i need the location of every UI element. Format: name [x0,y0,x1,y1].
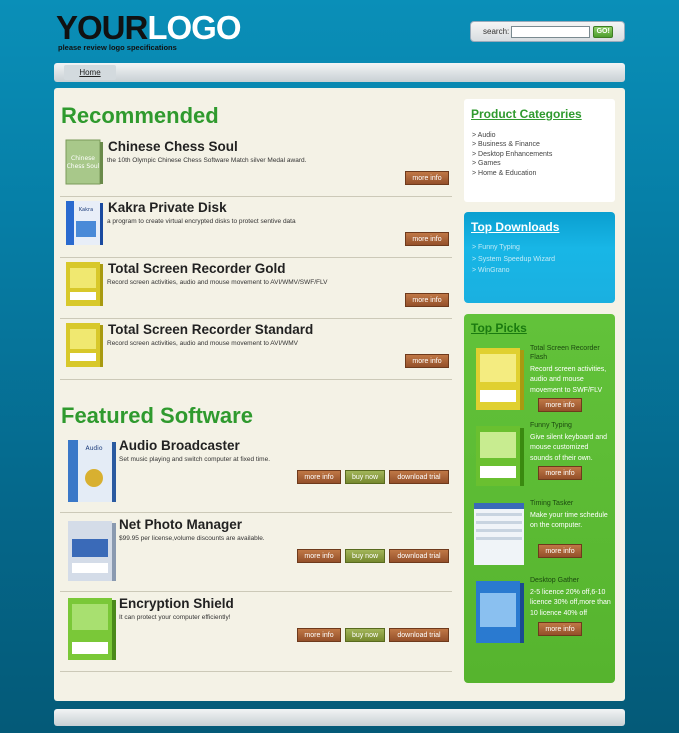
product-categories-title[interactable]: Product Categories [471,107,582,121]
audio-broadcaster-box-image[interactable]: Audio [64,438,118,506]
pick-title[interactable]: Funny Typing [530,422,572,429]
download-trial-button[interactable]: download trial [389,470,449,484]
pick-funny-typing-image[interactable] [472,424,526,490]
nav-bar: Home [54,63,625,82]
more-info-button[interactable]: more info [538,398,582,412]
screen-recorder-standard-box-image[interactable] [64,321,104,369]
search-go-button[interactable]: GO! [593,25,614,38]
footer-bar [54,709,625,726]
download-item[interactable]: > WinGrano [472,265,555,277]
category-item[interactable]: > Audio [472,131,552,140]
pick-desc: Record screen activities, audio and mous… [530,366,607,394]
item-title[interactable]: Audio Broadcaster [119,438,240,453]
buy-now-button[interactable]: buy now [345,470,385,484]
kakra-box-image[interactable]: Kakra [64,199,104,247]
pick-desc: Make your time schedule on the computer. [530,512,608,530]
item-title[interactable]: Net Photo Manager [119,517,242,532]
item-title[interactable]: Kakra Private Disk [108,200,227,215]
item-desc: Record screen activities, audio and mous… [107,340,298,347]
item-desc: Set music playing and switch computer at… [119,456,271,463]
net-photo-manager-box-image[interactable] [64,517,118,585]
more-info-button[interactable]: more info [405,232,449,246]
chinese-chess-box-image[interactable]: Chinese Chess Soul [64,138,104,186]
nav-home-link[interactable]: Home [64,65,116,80]
category-list: > Audio > Business & Finance > Desktop E… [472,131,552,178]
recommended-item: Total Screen Recorder Standard Record sc… [60,321,452,380]
item-title[interactable]: Chinese Chess Soul [108,139,238,154]
recommended-item: Kakra Kakra Private Disk a program to cr… [60,199,452,258]
download-trial-button[interactable]: download trial [389,549,449,563]
featured-item: Net Photo Manager $99.95 per license,vol… [60,515,452,592]
logo[interactable]: YOURLOGO please review logo specificatio… [56,11,242,52]
search-box: search: GO! [470,21,625,42]
download-item[interactable]: > Funny Typing [472,242,555,254]
buy-now-button[interactable]: buy now [345,549,385,563]
encryption-shield-box-image[interactable] [64,596,118,664]
more-info-button[interactable]: more info [297,628,341,642]
logo-your: YOUR [56,9,148,46]
top-picks-title[interactable]: Top Picks [471,321,527,335]
item-title[interactable]: Encryption Shield [119,596,234,611]
pick-timing-tasker-image[interactable] [472,501,526,567]
more-info-button[interactable]: more info [405,293,449,307]
category-item[interactable]: > Business & Finance [472,140,552,149]
item-title[interactable]: Total Screen Recorder Standard [108,322,313,337]
logo-logo: LOGO [147,9,241,46]
featured-item: Audio Audio Broadcaster Set music playin… [60,436,452,513]
svg-text:Kakra: Kakra [79,207,93,213]
more-info-button[interactable]: more info [297,470,341,484]
pick-title[interactable]: Timing Tasker [530,500,573,507]
category-item[interactable]: > Desktop Enhancements [472,150,552,159]
more-info-button[interactable]: more info [405,354,449,368]
svg-text:Chinese: Chinese [71,155,95,162]
more-info-button[interactable]: more info [297,549,341,563]
more-info-button[interactable]: more info [538,466,582,480]
pick-desc: 2-5 licence 20% off,6-10 licence 30% off… [530,589,611,617]
svg-text:Audio: Audio [85,445,102,452]
recommended-item: Chinese Chess Soul Chinese Chess Soul th… [60,138,452,197]
product-categories-box: Product Categories > Audio > Business & … [464,99,615,202]
item-desc: a program to create virtual encrypted di… [107,218,296,225]
pick-title[interactable]: Desktop Gather [530,577,579,584]
featured-item: Encryption Shield It can protect your co… [60,594,452,672]
downloads-list: > Funny Typing > System Speedup Wizard >… [472,242,555,277]
item-title[interactable]: Total Screen Recorder Gold [108,261,286,276]
more-info-button[interactable]: more info [538,544,582,558]
pick-title[interactable]: Total Screen Recorder [530,345,600,352]
recommended-item: Total Screen Recorder Gold Record screen… [60,260,452,319]
item-desc: Record screen activities, audio and mous… [107,279,328,286]
more-info-button[interactable]: more info [538,622,582,636]
pick-title-line2[interactable]: Flash [530,354,547,361]
pick-desc: Give silent keyboard and mouse customize… [530,434,608,462]
top-downloads-box: Top Downloads > Funny Typing > System Sp… [464,212,615,303]
top-downloads-title[interactable]: Top Downloads [471,220,559,234]
screen-recorder-gold-box-image[interactable] [64,260,104,308]
item-desc: $99.95 per license,volume discounts are … [119,535,265,542]
category-item[interactable]: > Games [472,159,552,168]
top-picks-box: Top Picks Total Screen Recorder Flash Re… [464,314,615,683]
buy-now-button[interactable]: buy now [345,628,385,642]
recommended-title: Recommended [61,103,219,128]
featured-title: Featured Software [61,403,253,428]
category-item[interactable]: > Home & Education [472,169,552,178]
svg-text:Chess Soul: Chess Soul [67,163,100,170]
item-desc: the 10th Olympic Chinese Chess Software … [107,157,307,164]
search-input[interactable] [511,25,591,38]
search-label: search: [483,27,510,36]
pick-desktop-gather-image[interactable] [472,579,526,647]
more-info-button[interactable]: more info [405,171,449,185]
pick-screen-recorder-flash-image[interactable] [472,346,526,414]
download-trial-button[interactable]: download trial [389,628,449,642]
item-desc: It can protect your computer efficiently… [119,614,231,621]
download-item[interactable]: > System Speedup Wizard [472,254,555,266]
